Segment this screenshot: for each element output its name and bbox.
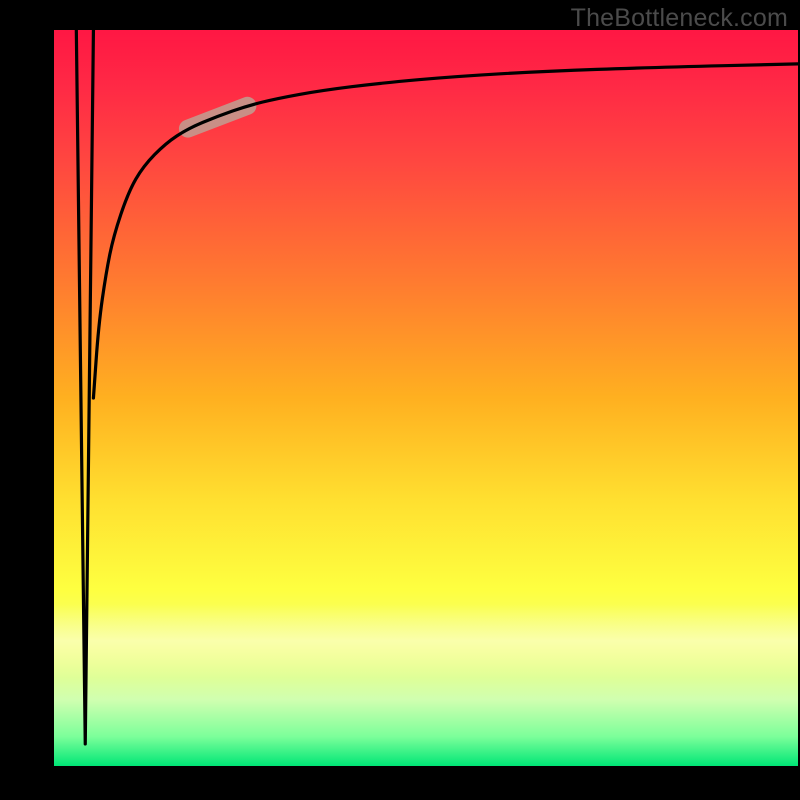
saturation-curve xyxy=(93,64,798,398)
watermark-text: TheBottleneck.com xyxy=(571,4,788,33)
spike-line xyxy=(76,30,93,744)
chart-frame: TheBottleneck.com xyxy=(0,0,800,800)
chart-svg xyxy=(54,30,798,766)
chart-lines xyxy=(76,30,798,744)
